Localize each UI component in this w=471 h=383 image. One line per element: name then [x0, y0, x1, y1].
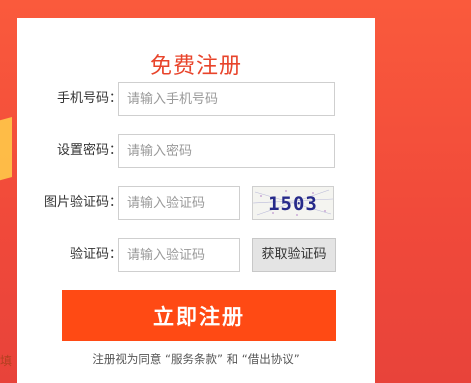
sms-code-label: 验证码： [69, 247, 122, 262]
sms-code-input[interactable] [118, 238, 240, 272]
phone-label: 手机号码： [56, 91, 122, 106]
password-row: 设置密码： [17, 134, 375, 168]
get-code-button[interactable]: 获取验证码 [252, 238, 336, 272]
image-captcha-label: 图片验证码： [43, 195, 122, 210]
image-captcha-row: 图片验证码： 1503 [17, 186, 375, 220]
terms-conjunction: 和 [226, 352, 239, 366]
loan-agreement-link[interactable]: “借出协议” [242, 352, 300, 366]
page-title: 免费注册 [149, 54, 242, 79]
register-card: 免费注册 手机号码： 设置密码： 图片验证码： [17, 18, 375, 383]
phone-row: 手机号码： [17, 82, 375, 116]
sms-code-row: 验证码： 获取验证码 [17, 238, 375, 272]
service-terms-link[interactable]: “服务条款” [165, 352, 223, 366]
register-button[interactable]: 立即注册 [62, 290, 336, 341]
background-text-fragment: 填 [0, 354, 13, 368]
password-label: 设置密码： [56, 143, 122, 158]
background-decoration [0, 117, 12, 183]
image-captcha-input[interactable] [118, 186, 240, 220]
terms-prefix: 注册视为同意 [92, 352, 162, 366]
captcha-image[interactable]: 1503 [252, 186, 334, 220]
terms-notice: 注册视为同意 “服务条款” 和 “借出协议” [17, 351, 375, 367]
captcha-text: 1503 [268, 193, 318, 215]
password-input[interactable] [118, 134, 335, 168]
phone-input[interactable] [118, 82, 335, 116]
